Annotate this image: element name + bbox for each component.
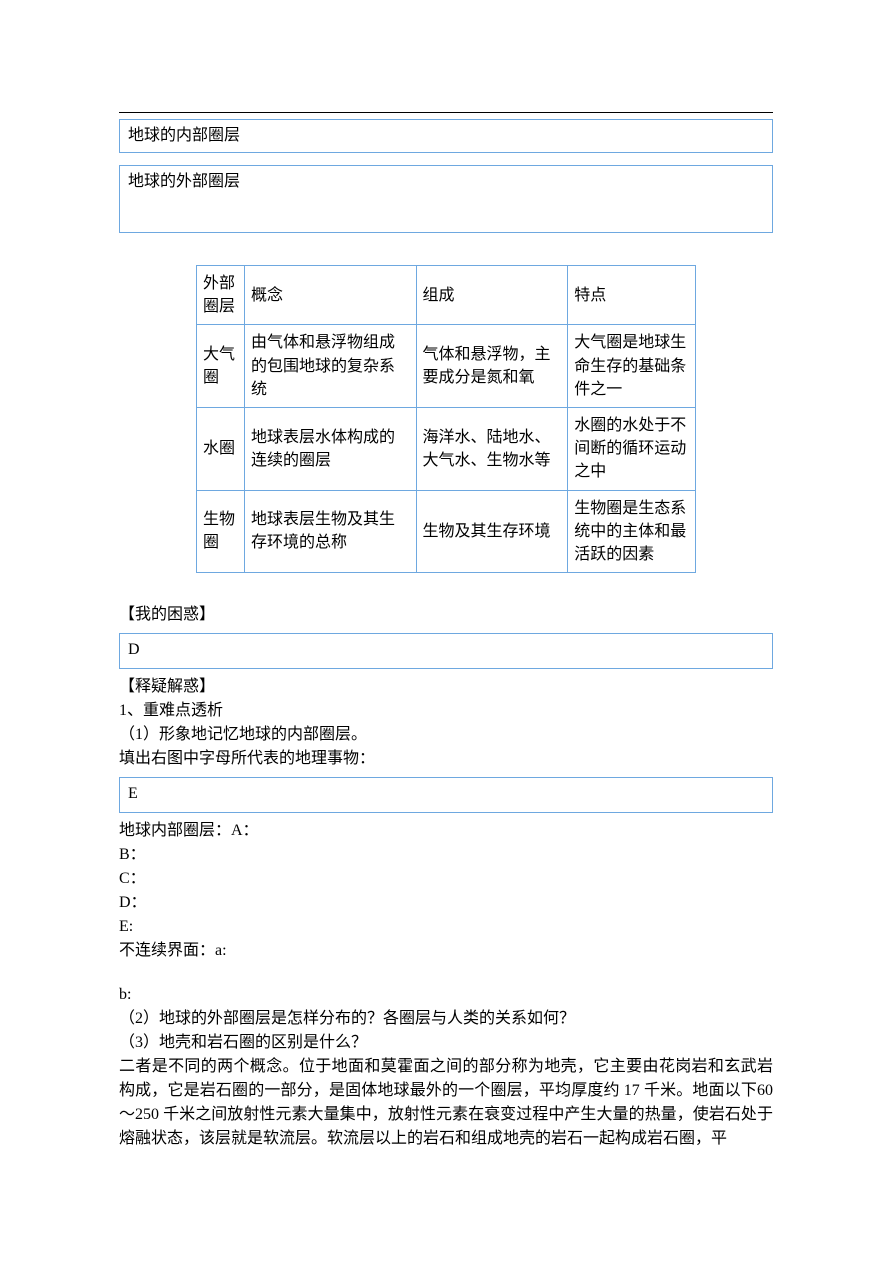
line-e: E: [119, 915, 773, 939]
cell-composition: 海洋水、陆地水、大气水、生物水等 [416, 407, 568, 490]
line-c: C： [119, 867, 773, 891]
box-e-text: E [128, 785, 138, 802]
horizontal-rule [119, 112, 773, 113]
cell-composition: 气体和悬浮物，主要成分是氮和氧 [416, 325, 568, 408]
heading-resolve: 【释疑解惑】 [119, 675, 773, 699]
document-page: 地球的内部圈层 地球的外部圈层 外部圈层 概念 组成 特点 大气圈 由气体和悬浮… [0, 0, 892, 1191]
table-wrapper: 外部圈层 概念 组成 特点 大气圈 由气体和悬浮物组成的包围地球的复杂系统 气体… [119, 265, 773, 573]
cell-layer: 水圈 [197, 407, 245, 490]
cell-feature: 大气圈是地球生命生存的基础条件之一 [568, 325, 696, 408]
box-internal-layers: 地球的内部圈层 [119, 119, 773, 153]
header-concept: 概念 [244, 266, 416, 325]
cell-layer: 生物圈 [197, 490, 245, 573]
point-1: 1、重难点透析 [119, 699, 773, 723]
table-row: 生物圈 地球表层生物及其生存环境的总称 生物及其生存环境 生物圈是生态系统中的主… [197, 490, 696, 573]
box-text: 地球的内部圈层 [128, 127, 240, 144]
cell-feature: 水圈的水处于不间断的循环运动之中 [568, 407, 696, 490]
table-row: 大气圈 由气体和悬浮物组成的包围地球的复杂系统 气体和悬浮物，主要成分是氮和氧 … [197, 325, 696, 408]
box-d-text: D [128, 641, 140, 658]
subpoint-3: （3）地壳和岩石圈的区别是什么？ [119, 1031, 773, 1055]
cell-concept: 地球表层生物及其生存环境的总称 [244, 490, 416, 573]
table-row: 外部圈层 概念 组成 特点 [197, 266, 696, 325]
header-layer: 外部圈层 [197, 266, 245, 325]
subpoint-2: （2）地球的外部圈层是怎样分布的？各圈层与人类的关系如何？ [119, 1007, 773, 1031]
table-row: 水圈 地球表层水体构成的连续的圈层 海洋水、陆地水、大气水、生物水等 水圈的水处… [197, 407, 696, 490]
cell-feature: 生物圈是生态系统中的主体和最活跃的因素 [568, 490, 696, 573]
heading-confusion: 【我的困惑】 [119, 603, 773, 627]
box-text: 地球的外部圈层 [128, 173, 240, 190]
line-discontinuous: 不连续界面：a: [119, 939, 773, 963]
external-layers-table: 外部圈层 概念 组成 特点 大气圈 由气体和悬浮物组成的包围地球的复杂系统 气体… [196, 265, 696, 573]
header-composition: 组成 [416, 266, 568, 325]
blank-line [119, 963, 773, 983]
line-a: 地球内部圈层：A： [119, 819, 773, 843]
cell-concept: 由气体和悬浮物组成的包围地球的复杂系统 [244, 325, 416, 408]
line-lower-b: b: [119, 983, 773, 1007]
box-external-layers: 地球的外部圈层 [119, 165, 773, 233]
header-feature: 特点 [568, 266, 696, 325]
subpoint-1: （1）形象地记忆地球的内部圈层。 [119, 723, 773, 747]
line-d: D： [119, 891, 773, 915]
box-d: D [119, 633, 773, 669]
paragraph-explanation: 二者是不同的两个概念。位于地面和莫霍面之间的部分称为地壳，它主要由花岗岩和玄武岩… [119, 1055, 773, 1151]
cell-layer: 大气圈 [197, 325, 245, 408]
box-e: E [119, 777, 773, 813]
cell-composition: 生物及其生存环境 [416, 490, 568, 573]
cell-concept: 地球表层水体构成的连续的圈层 [244, 407, 416, 490]
fill-prompt: 填出右图中字母所代表的地理事物： [119, 747, 773, 771]
line-b: B： [119, 843, 773, 867]
